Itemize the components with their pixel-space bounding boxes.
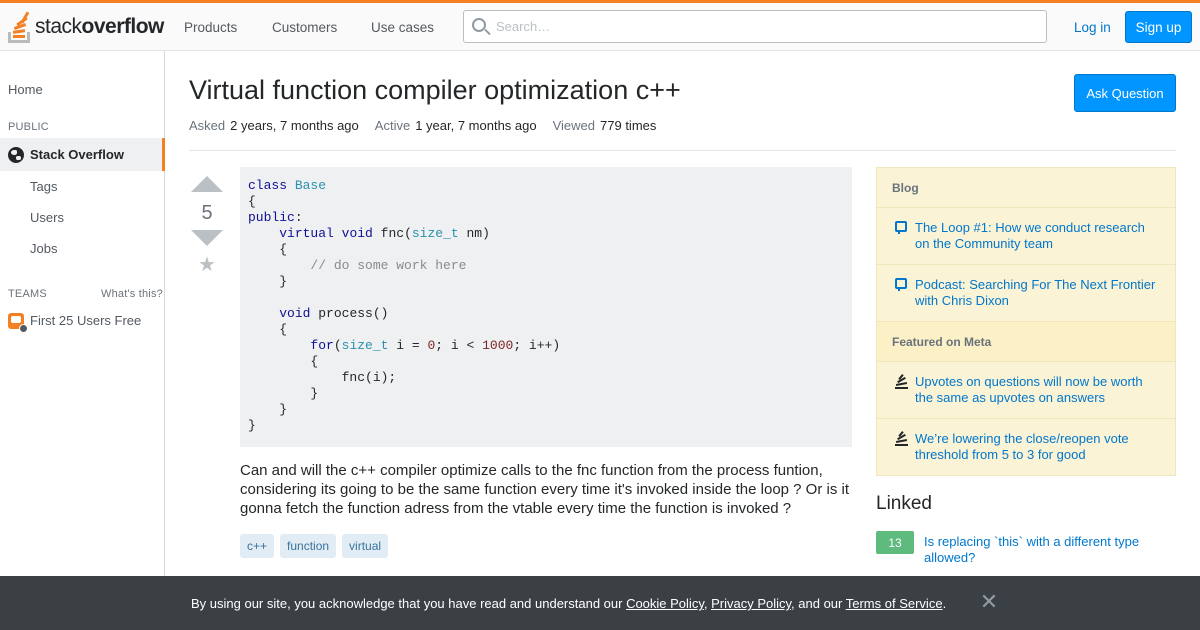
blog-item-link[interactable]: Podcast: Searching For The Next Frontier…	[915, 277, 1155, 308]
sidebar-item-users[interactable]: Users	[30, 210, 64, 225]
code-line: }	[248, 274, 288, 289]
privacy-policy-link[interactable]: Privacy Policy	[711, 596, 791, 611]
logo-text-light: stack	[35, 15, 82, 38]
sidebar-item-tags[interactable]: Tags	[30, 179, 57, 194]
vote-cell: 5 ★	[190, 170, 224, 277]
code-line: {	[248, 194, 256, 209]
meta-item-link[interactable]: Upvotes on questions will now be worth t…	[915, 374, 1143, 405]
tag-list: c++ function virtual	[240, 534, 394, 558]
nav-use-cases[interactable]: Use cases	[371, 3, 434, 51]
blog-item[interactable]: Podcast: Searching For The Next Frontier…	[877, 265, 1175, 322]
featured-meta-heading: Featured on Meta	[877, 322, 1175, 362]
ask-question-button[interactable]: Ask Question	[1074, 74, 1176, 112]
search-icon	[472, 18, 486, 32]
sidebar-item-label: Stack Overflow	[30, 147, 124, 162]
linked-score-badge[interactable]: 13	[876, 531, 914, 554]
close-icon[interactable]: ✕	[979, 590, 999, 614]
left-sidebar: Home PUBLIC Stack Overflow Tags Users Jo…	[0, 51, 165, 630]
code-line: }	[248, 386, 319, 401]
code-line: }	[248, 402, 288, 417]
meta-stack-icon	[895, 374, 908, 389]
code-line: for(size_t i = 0; i < 1000; i++)	[310, 338, 561, 353]
downvote-arrow-icon[interactable]	[191, 230, 223, 246]
whats-this-link[interactable]: What's this?	[101, 288, 163, 300]
viewed-value: 779 times	[600, 118, 657, 133]
code-line: virtual void fnc(size_t nm)	[279, 226, 490, 241]
code-line: fnc(i);	[248, 370, 397, 385]
active-label: Active	[374, 118, 411, 133]
community-bulletin: Blog The Loop #1: How we conduct researc…	[876, 167, 1176, 476]
meta-stack-icon	[895, 431, 908, 446]
nav-products[interactable]: Products	[184, 3, 237, 51]
tag-function[interactable]: function	[280, 534, 337, 558]
login-button[interactable]: Log in	[1065, 11, 1120, 43]
linked-heading: Linked	[876, 493, 932, 514]
cookie-banner: By using our site, you acknowledge that …	[0, 576, 1200, 630]
code-line: void process()	[279, 306, 389, 321]
stack-logo-icon	[8, 11, 32, 43]
code-line: {	[248, 242, 288, 257]
blog-item[interactable]: The Loop #1: How we conduct research on …	[877, 208, 1175, 265]
meta-item[interactable]: Upvotes on questions will now be worth t…	[877, 362, 1175, 419]
nav-customers[interactable]: Customers	[272, 3, 337, 51]
sidebar-heading-teams: TEAMS	[8, 288, 47, 300]
terms-of-service-link[interactable]: Terms of Service	[846, 596, 943, 611]
active-value[interactable]: 1 year, 7 months ago	[415, 118, 536, 133]
globe-icon	[8, 146, 24, 163]
blog-heading: Blog	[877, 168, 1175, 208]
meta-item[interactable]: We’re lowering the close/reopen vote thr…	[877, 419, 1175, 476]
asked-label: Asked	[189, 118, 226, 133]
stackoverflow-logo[interactable]: stackoverflow	[8, 10, 164, 44]
question-meta: Asked 2 years, 7 months ago Active 1 yea…	[189, 118, 672, 133]
sidebar-heading-public: PUBLIC	[8, 121, 49, 133]
blog-item-link[interactable]: The Loop #1: How we conduct research on …	[915, 220, 1145, 251]
logo-text-bold: overflow	[81, 15, 165, 38]
question-body: Can and will the c++ compiler optimize c…	[240, 462, 850, 517]
viewed-label: Viewed	[552, 118, 596, 133]
signup-button[interactable]: Sign up	[1125, 11, 1192, 43]
code-line: }	[248, 418, 256, 433]
divider	[189, 150, 1176, 151]
code-block: class Base{public: virtual void fnc(size…	[240, 167, 852, 447]
code-line: {	[248, 322, 288, 337]
sidebar-item-home[interactable]: Home	[8, 82, 43, 97]
tag-cpp[interactable]: c++	[240, 534, 275, 558]
question-title[interactable]: Virtual function compiler optimization c…	[189, 75, 681, 106]
sidebar-item-stack-overflow[interactable]: Stack Overflow	[0, 138, 165, 171]
sidebar-item-teams-free[interactable]: First 25 Users Free	[30, 313, 141, 328]
sidebar-item-jobs[interactable]: Jobs	[30, 241, 57, 256]
vote-count: 5	[201, 202, 213, 224]
favorite-star-icon[interactable]: ★	[190, 252, 224, 277]
upvote-arrow-icon[interactable]	[191, 176, 223, 192]
search-input[interactable]	[496, 11, 1036, 42]
search-box[interactable]	[463, 10, 1047, 43]
top-bar: stackoverflow Products Customers Use cas…	[0, 0, 1200, 51]
cookie-text: By using our site, you acknowledge that …	[191, 596, 947, 611]
asked-value: 2 years, 7 months ago	[230, 118, 359, 133]
code-line: class Base	[248, 178, 327, 193]
linked-question-link[interactable]: Is replacing `this` with a different typ…	[924, 534, 1164, 566]
cookie-policy-link[interactable]: Cookie Policy	[626, 596, 704, 611]
teams-icon	[8, 313, 28, 333]
chat-bubble-icon	[895, 278, 907, 291]
code-line: {	[248, 354, 319, 369]
tag-virtual[interactable]: virtual	[342, 534, 389, 558]
code-line: public:	[248, 210, 303, 225]
chat-bubble-icon	[895, 221, 907, 234]
meta-item-link[interactable]: We’re lowering the close/reopen vote thr…	[915, 431, 1129, 462]
code-line: // do some work here	[310, 258, 467, 273]
